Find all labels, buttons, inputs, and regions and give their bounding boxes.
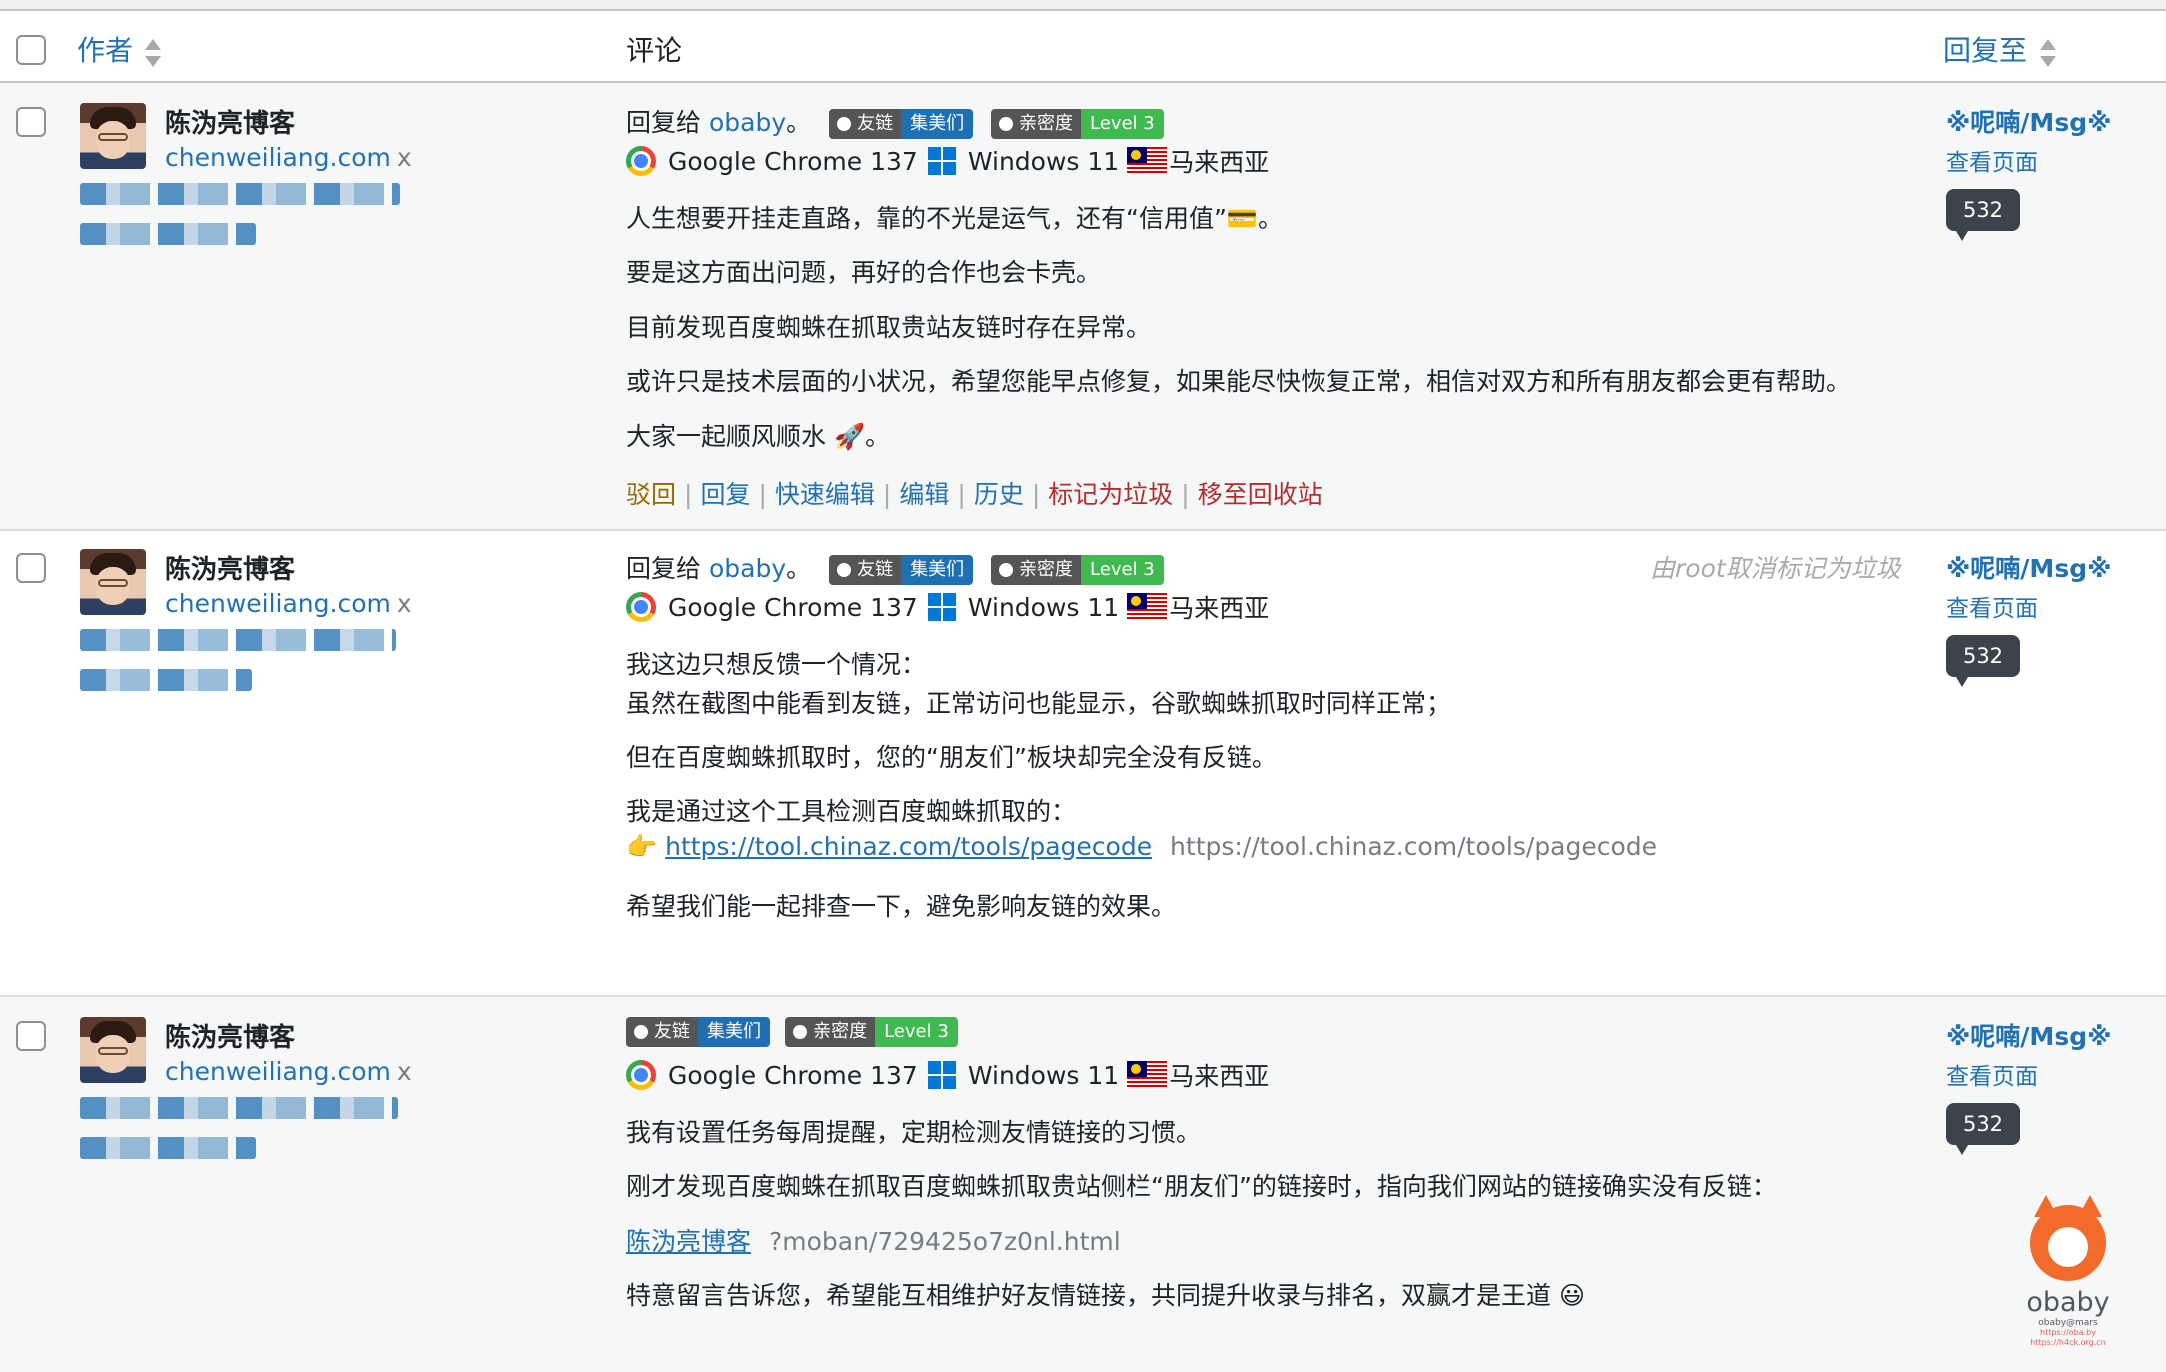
chrome-icon: [626, 592, 656, 622]
windows-icon: [927, 147, 956, 175]
comment-text: 虽然在截图中能看到友链，正常访问也能显示，谷歌蜘蛛抓取时同样正常；: [626, 689, 1452, 718]
row-checkbox[interactable]: [16, 107, 46, 137]
user-agent-line: Google Chrome 137 Windows 11 马来西亚: [626, 1057, 1269, 1093]
comment-text: 我是通过这个工具检测百度蜘蛛抓取的：: [626, 797, 1077, 826]
malaysia-flag-icon: [1127, 147, 1168, 175]
unapprove-action[interactable]: 驳回: [626, 480, 676, 509]
chrome-icon: [626, 146, 656, 176]
badge-line: 友链 集美们 亲密度 Level 3: [626, 1017, 958, 1047]
view-page-link[interactable]: 查看页面: [1946, 1057, 2038, 1091]
comment-text: 大家一起顺风顺水 🚀。: [626, 422, 891, 451]
reply-action[interactable]: 回复: [700, 480, 750, 509]
reply-to-line: 回复给 obaby。 友链 集美们 亲密度 Level 3: [626, 103, 1164, 139]
table-header: 作者 评论 回复至: [0, 11, 2166, 83]
row-actions: 驳回 | 回复 | 快速编辑 | 编辑 | 历史 | 标记为垃圾 | 移至回收站: [626, 480, 1323, 509]
row-checkbox[interactable]: [16, 553, 46, 583]
comment-text: 希望我们能一起排查一下，避免影响友链的效果。: [626, 892, 1177, 921]
view-page-link[interactable]: 查看页面: [1946, 143, 2038, 177]
windows-icon: [927, 593, 956, 621]
blog-link[interactable]: 陈沩亮博客: [626, 1227, 751, 1256]
link-badge: 友链 集美们: [626, 1017, 770, 1047]
response-post-link[interactable]: ※呢喃/Msg※: [1946, 103, 2111, 139]
reply-to-link[interactable]: obaby: [709, 108, 786, 137]
unspam-note: 由root取消标记为垃圾: [1650, 554, 1901, 583]
spam-action[interactable]: 标记为垃圾: [1048, 480, 1173, 509]
user-agent-line: Google Chrome 137 Windows 11 马来西亚: [626, 589, 1269, 625]
comment-text: 但在百度蜘蛛抓取时，您的“朋友们”板块却完全没有反链。: [626, 743, 1277, 772]
avatar: [80, 103, 146, 169]
intimacy-badge: 亲密度 Level 3: [991, 555, 1164, 585]
watermark-small: obaby@mars: [2038, 1318, 2098, 1328]
comment-text: 我有设置任务每周提醒，定期检测友情链接的习惯。: [626, 1118, 1202, 1147]
comment-count-bubble[interactable]: 532: [1946, 635, 2020, 687]
comment-row: 陈沩亮博客 chenweiliang.com x 回复给 obaby。 友链 集美们…: [0, 531, 2166, 997]
response-post-link[interactable]: ※呢喃/Msg※: [1946, 1017, 2111, 1053]
comment-row: 陈沩亮博客 chenweiliang.com x 友链 集美们 亲密度 Level 3…: [0, 997, 2166, 1370]
blurred-email: [80, 1097, 398, 1119]
malaysia-flag-icon: [1127, 1061, 1168, 1089]
obaby-watermark: obaby obaby@mars https://oba.by https://…: [2018, 1195, 2118, 1365]
comment-text: 我这边只想反馈一个情况：: [626, 650, 927, 679]
row-checkbox[interactable]: [16, 1021, 46, 1051]
user-agent-line: Google Chrome 137 Windows 11 马来西亚: [626, 143, 1269, 179]
malaysia-flag-icon: [1127, 593, 1168, 621]
column-reply-to-sort[interactable]: 回复至: [1943, 29, 2027, 69]
avatar: [80, 549, 146, 615]
comment-text: 目前发现百度蜘蛛在抓取贵站友链时存在异常。: [626, 313, 1152, 342]
author-url[interactable]: chenweiliang.com x: [165, 1057, 412, 1086]
column-comment: 评论: [626, 34, 683, 67]
trash-action[interactable]: 移至回收站: [1198, 480, 1323, 509]
comment-count-bubble[interactable]: 532: [1946, 1103, 2020, 1155]
fox-logo-icon: [2030, 1195, 2106, 1281]
quick-edit-action[interactable]: 快速编辑: [775, 480, 875, 509]
watermark-url-1: https://oba.by: [2040, 1328, 2096, 1337]
watermark-url-2: https://h4ck.org.cn: [2030, 1338, 2106, 1348]
windows-icon: [927, 1061, 956, 1089]
top-divider: [0, 0, 2166, 11]
comment-text: 特意留言告诉您，希望能互相维护好友情链接，共同提升收录与排名，双赢才是王道 😃: [626, 1281, 1586, 1310]
author-name: 陈沩亮博客: [165, 1023, 296, 1053]
watermark-word: obaby: [2026, 1287, 2110, 1318]
comment-row: 陈沩亮博客 chenweiliang.com x 回复给 obaby。 友链 集美们…: [0, 83, 2166, 531]
reply-to-line: 回复给 obaby。 友链 集美们 亲密度 Level 3: [626, 549, 1164, 585]
comment-link-line: 👉 https://tool.chinaz.com/tools/pagecode…: [626, 832, 1658, 861]
sort-reply-to-icon[interactable]: [2040, 39, 2056, 69]
history-action[interactable]: 历史: [974, 480, 1024, 509]
edit-action[interactable]: 编辑: [899, 480, 949, 509]
view-page-link[interactable]: 查看页面: [1946, 589, 2038, 623]
comment-text: 或许只是技术层面的小状况，希望您能早点修复，如果能尽快恢复正常，相信对双方和所有…: [626, 367, 1852, 396]
author-url[interactable]: chenweiliang.com x: [165, 143, 412, 172]
author-name: 陈沩亮博客: [165, 555, 296, 585]
link-badge: 友链 集美们: [829, 555, 974, 585]
link-url-text: https://tool.chinaz.com/tools/pagecode: [1170, 832, 1658, 861]
link-badge: 友链 集美们: [829, 109, 974, 139]
author-name: 陈沩亮博客: [165, 109, 296, 139]
intimacy-badge: 亲密度 Level 3: [785, 1017, 958, 1047]
chrome-icon: [626, 1060, 656, 1090]
comment-text: 刚才发现百度蜘蛛在抓取百度蜘蛛抓取贵站侧栏“朋友们”的链接时，指向我们网站的链接…: [626, 1172, 1777, 1201]
intimacy-badge: 亲密度 Level 3: [991, 109, 1164, 139]
blurred-ip: [80, 223, 256, 245]
avatar: [80, 1017, 146, 1083]
response-post-link[interactable]: ※呢喃/Msg※: [1946, 549, 2111, 585]
comment-text: 要是这方面出问题，再好的合作也会卡壳。: [626, 258, 1102, 287]
blurred-ip: [80, 669, 252, 691]
blurred-ip: [80, 1137, 256, 1159]
link-path-text: ?moban/729425o7z0nl.html: [768, 1227, 1121, 1256]
sort-author-icon[interactable]: [145, 39, 161, 69]
blurred-email: [80, 183, 400, 205]
column-author-sort[interactable]: 作者: [77, 29, 133, 69]
comment-text: 人生想要开挂走直路，靠的不光是运气，还有“信用值”💳。: [626, 204, 1284, 233]
blurred-email: [80, 629, 396, 651]
comment-count-bubble[interactable]: 532: [1946, 189, 2020, 241]
select-all-checkbox[interactable]: [16, 35, 46, 65]
comment-link-line: 陈沩亮博客 ?moban/729425o7z0nl.html: [626, 1222, 1121, 1258]
author-url[interactable]: chenweiliang.com x: [165, 589, 412, 618]
reply-to-link[interactable]: obaby: [709, 554, 786, 583]
chinaz-link[interactable]: https://tool.chinaz.com/tools/pagecode: [665, 832, 1152, 861]
